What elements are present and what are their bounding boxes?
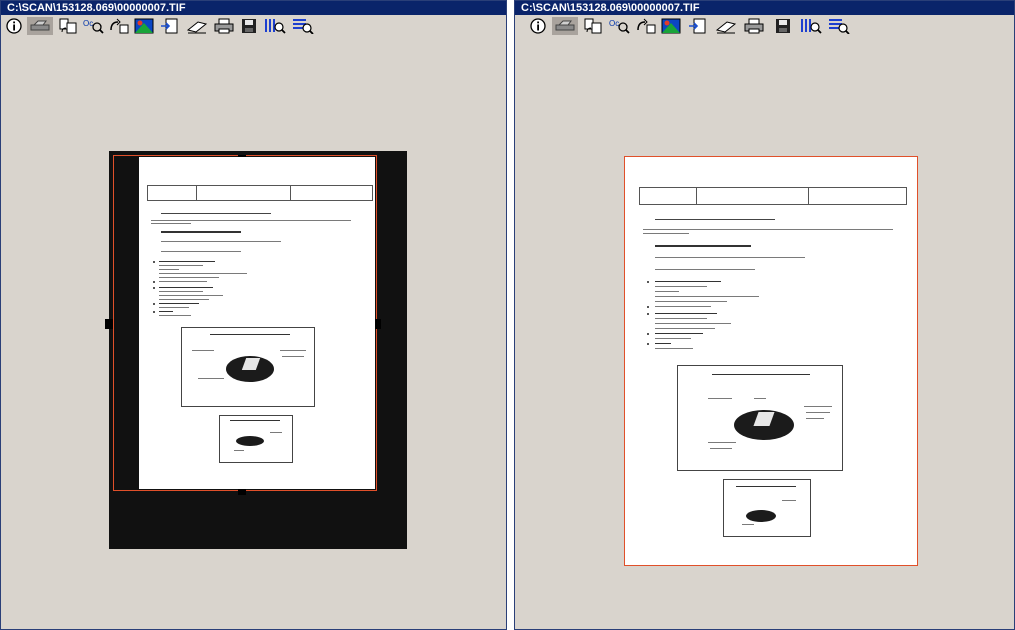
ocr-zoom-icon[interactable]: Oc bbox=[83, 17, 105, 35]
scan-window-left: C:\SCAN\153128.069\00000007.TIF Oc bbox=[0, 0, 507, 630]
info-icon[interactable] bbox=[529, 17, 547, 35]
rotate-pages-icon[interactable] bbox=[57, 17, 79, 35]
rotate-icon[interactable] bbox=[108, 17, 130, 35]
color-picture-icon[interactable] bbox=[660, 17, 682, 35]
rotate-pages-icon[interactable] bbox=[582, 17, 604, 35]
scanned-page bbox=[624, 156, 918, 566]
scan-preview-area bbox=[1, 37, 506, 629]
window-title: C:\SCAN\153128.069\00000007.TIF bbox=[1, 1, 506, 15]
pie-chart-small bbox=[723, 479, 811, 537]
toolbar: Oc bbox=[1, 15, 506, 37]
document-header-table bbox=[639, 187, 907, 205]
window-title: C:\SCAN\153128.069\00000007.TIF bbox=[515, 1, 1014, 15]
pie-chart-small bbox=[219, 415, 293, 463]
insert-page-icon[interactable] bbox=[159, 17, 181, 35]
crop-handle-left[interactable] bbox=[105, 319, 113, 329]
document-header-table bbox=[147, 185, 373, 201]
print-icon[interactable] bbox=[743, 17, 765, 35]
insert-page-icon[interactable] bbox=[687, 17, 709, 35]
rotate-icon[interactable] bbox=[635, 17, 657, 35]
print-icon[interactable] bbox=[213, 17, 235, 35]
zoom-lines-icon[interactable] bbox=[291, 17, 315, 35]
toolbar: Oc bbox=[515, 15, 1014, 37]
color-picture-icon[interactable] bbox=[133, 17, 155, 35]
zoom-lines-icon[interactable] bbox=[827, 17, 851, 35]
scanned-page bbox=[139, 157, 375, 489]
erase-icon[interactable] bbox=[185, 17, 209, 35]
erase-icon[interactable] bbox=[714, 17, 738, 35]
ocr-zoom-icon[interactable]: Oc bbox=[609, 17, 631, 35]
save-icon[interactable] bbox=[239, 17, 259, 35]
window-divider bbox=[507, 0, 514, 630]
scan-window-right: C:\SCAN\153128.069\00000007.TIF Oc bbox=[514, 0, 1015, 630]
pie-chart-large bbox=[677, 365, 843, 471]
scan-icon[interactable] bbox=[27, 17, 53, 35]
scan-preview-area bbox=[515, 37, 1014, 629]
svg-text:Oc: Oc bbox=[83, 19, 93, 28]
info-icon[interactable] bbox=[5, 17, 23, 35]
svg-text:Oc: Oc bbox=[609, 19, 619, 28]
scan-icon[interactable] bbox=[552, 17, 578, 35]
save-icon[interactable] bbox=[773, 17, 793, 35]
zoom-columns-icon[interactable] bbox=[799, 17, 823, 35]
zoom-columns-icon[interactable] bbox=[263, 17, 287, 35]
pie-chart-large bbox=[181, 327, 315, 407]
